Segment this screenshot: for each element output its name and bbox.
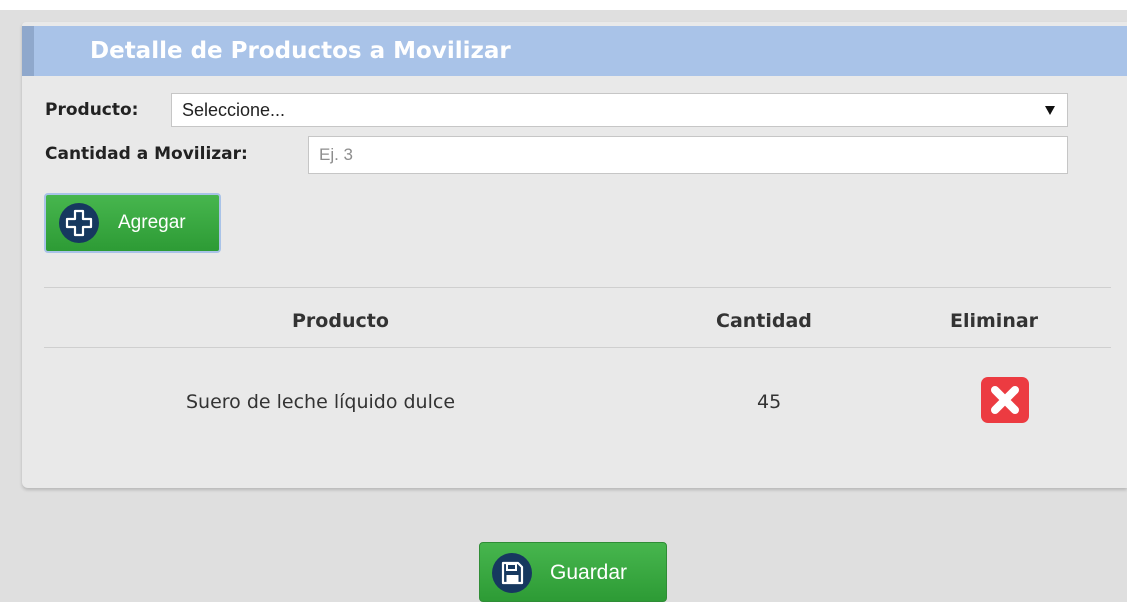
column-header-eliminar: Eliminar [950,310,1039,332]
panel-title: Detalle de Productos a Movilizar [90,38,511,64]
row-producto-cell: Suero de leche líquido dulce [186,391,456,413]
row-cantidad-cell: 45 [757,391,782,413]
close-icon [991,386,1019,414]
top-strip [0,0,1127,10]
column-header-producto: Producto [292,310,389,332]
quantity-label: Cantidad a Movilizar: [45,144,248,164]
table-top-divider [44,287,1111,288]
quantity-input[interactable] [308,136,1068,174]
save-button-label: Guardar [550,561,628,584]
floppy-disk-icon [492,553,532,593]
product-select[interactable]: Seleccione... [171,93,1068,127]
product-select-value: Seleccione... [182,100,286,120]
add-button[interactable]: Agregar [44,193,221,253]
product-label: Producto: [45,100,139,120]
delete-row-button[interactable] [981,377,1029,423]
table-header-divider [44,347,1111,348]
add-button-label: Agregar [118,212,186,233]
plus-icon [59,203,99,243]
panel-header: Detalle de Productos a Movilizar [22,26,1127,76]
products-detail-panel: Detalle de Productos a Movilizar [22,22,1127,488]
save-button[interactable]: Guardar [479,542,667,602]
chevron-down-icon [1045,106,1055,115]
column-header-cantidad: Cantidad [716,310,812,332]
